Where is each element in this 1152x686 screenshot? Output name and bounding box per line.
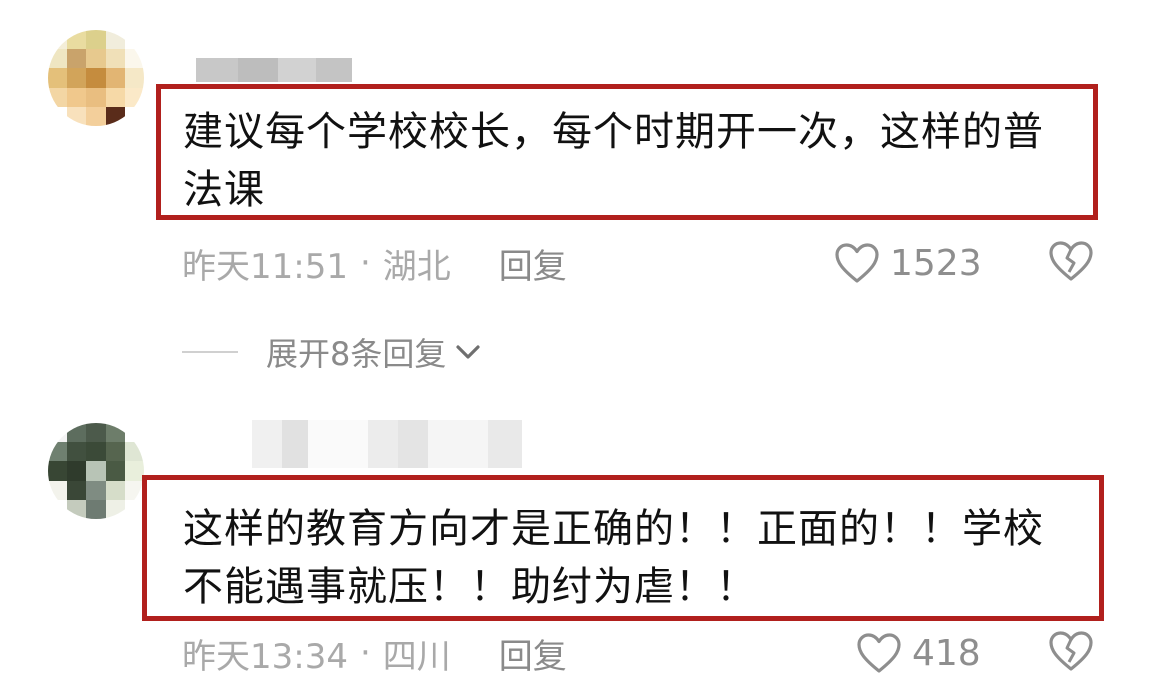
- like-button[interactable]: 1523: [834, 238, 982, 288]
- comment-meta: 昨天13:34 · 四川 回复: [182, 628, 567, 678]
- reply-button[interactable]: 回复: [499, 629, 567, 678]
- avatar[interactable]: [48, 423, 144, 519]
- like-button[interactable]: 418: [856, 628, 981, 678]
- comment-time: 昨天11:51: [182, 246, 348, 287]
- username-redacted[interactable]: [252, 420, 522, 468]
- like-count: 1523: [890, 242, 982, 284]
- broken-heart-icon[interactable]: [1048, 240, 1094, 282]
- comment-text: 这样的教育方向才是正确的！！正面的！！学校不能遇事就压！！助纣为虐！！: [183, 506, 1044, 610]
- comment-meta: 昨天11:51 · 湖北 回复: [182, 238, 567, 288]
- broken-heart-icon[interactable]: [1048, 630, 1094, 672]
- username-redacted[interactable]: [196, 58, 352, 82]
- expand-replies-button[interactable]: 展开8条回复: [182, 330, 482, 374]
- comment-location: 四川: [382, 636, 451, 677]
- like-count: 418: [912, 632, 981, 674]
- comment-text: 建议每个学校校长，每个时期开一次，这样的普法课: [183, 109, 1044, 213]
- comment-time: 昨天13:34: [182, 636, 348, 677]
- expand-replies-label: 展开8条回复: [266, 335, 447, 373]
- comment-text-highlighted: 建议每个学校校长，每个时期开一次，这样的普法课: [156, 84, 1098, 220]
- chevron-down-icon: [456, 345, 480, 359]
- avatar[interactable]: [48, 30, 144, 126]
- comment-location: 湖北: [382, 246, 451, 287]
- comment-text-highlighted: 这样的教育方向才是正确的！！正面的！！学校不能遇事就压！！助纣为虐！！: [142, 475, 1104, 621]
- comment-item: 建议每个学校校长，每个时期开一次，这样的普法课 昨天11:51 · 湖北 回复 …: [0, 0, 1152, 373]
- reply-button[interactable]: 回复: [499, 239, 567, 288]
- heart-outline-icon: [857, 633, 901, 673]
- divider-line: [182, 351, 238, 353]
- heart-outline-icon: [835, 243, 879, 283]
